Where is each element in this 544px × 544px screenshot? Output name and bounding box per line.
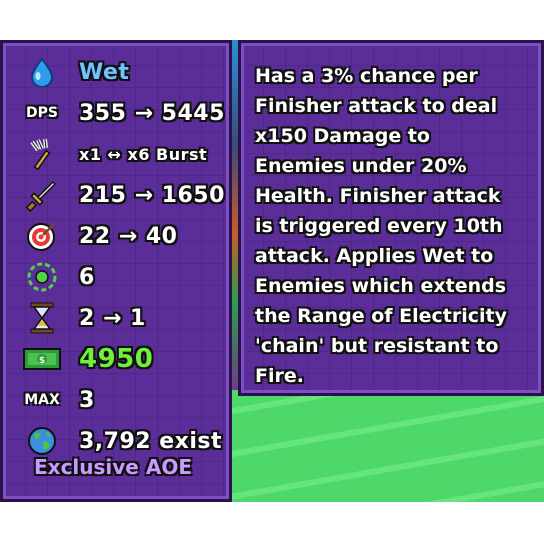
exclusive-label: Exclusive AOE bbox=[34, 455, 192, 479]
dps-tag: DPS bbox=[26, 105, 58, 121]
max-tag: MAX bbox=[24, 392, 60, 408]
trident-burst-icon bbox=[17, 135, 67, 173]
aoe-row: 6 bbox=[17, 258, 95, 296]
max-value: 3 bbox=[79, 387, 95, 413]
cost-row: $ 4950 bbox=[17, 340, 153, 378]
cooldown-row: 2 → 1 bbox=[17, 299, 146, 337]
element-row: Wet bbox=[17, 53, 129, 91]
damage-row: 215 → 1650 bbox=[17, 176, 225, 214]
max-icon: MAX bbox=[17, 381, 67, 419]
range-value: 22 → 40 bbox=[79, 223, 178, 249]
dps-row: DPS 355 → 5445 bbox=[17, 94, 225, 132]
grass-ground bbox=[232, 390, 544, 502]
burst-row: x1 ↔ x6 Burst bbox=[17, 135, 207, 173]
ability-description: Has a 3% chance per Finisher attack to d… bbox=[255, 65, 507, 387]
max-row: MAX 3 bbox=[17, 381, 95, 419]
dps-icon: DPS bbox=[17, 94, 67, 132]
dps-value: 355 → 5445 bbox=[79, 100, 225, 126]
cost-value: 4950 bbox=[79, 344, 154, 374]
exist-value: 3,792 exist bbox=[79, 428, 223, 454]
hourglass-icon bbox=[17, 299, 67, 337]
aoe-ring-icon bbox=[17, 258, 67, 296]
aoe-value: 6 bbox=[79, 264, 95, 290]
water-drop-icon bbox=[17, 53, 67, 91]
damage-value: 215 → 1650 bbox=[79, 182, 225, 208]
burst-value: x1 ↔ x6 Burst bbox=[79, 144, 208, 164]
cooldown-value: 2 → 1 bbox=[79, 305, 146, 331]
element-name: Wet bbox=[79, 59, 130, 85]
tower-description-panel: Has a 3% chance per Finisher attack to d… bbox=[238, 40, 544, 396]
sword-icon bbox=[17, 176, 67, 214]
range-row: 22 → 40 bbox=[17, 217, 177, 255]
svg-text:$: $ bbox=[39, 356, 45, 366]
tower-stats-panel: Wet DPS 355 → 5445 x1 ↔ x6 Burst 215 → 1… bbox=[0, 40, 232, 502]
cash-icon: $ bbox=[17, 340, 67, 378]
target-icon bbox=[17, 217, 67, 255]
